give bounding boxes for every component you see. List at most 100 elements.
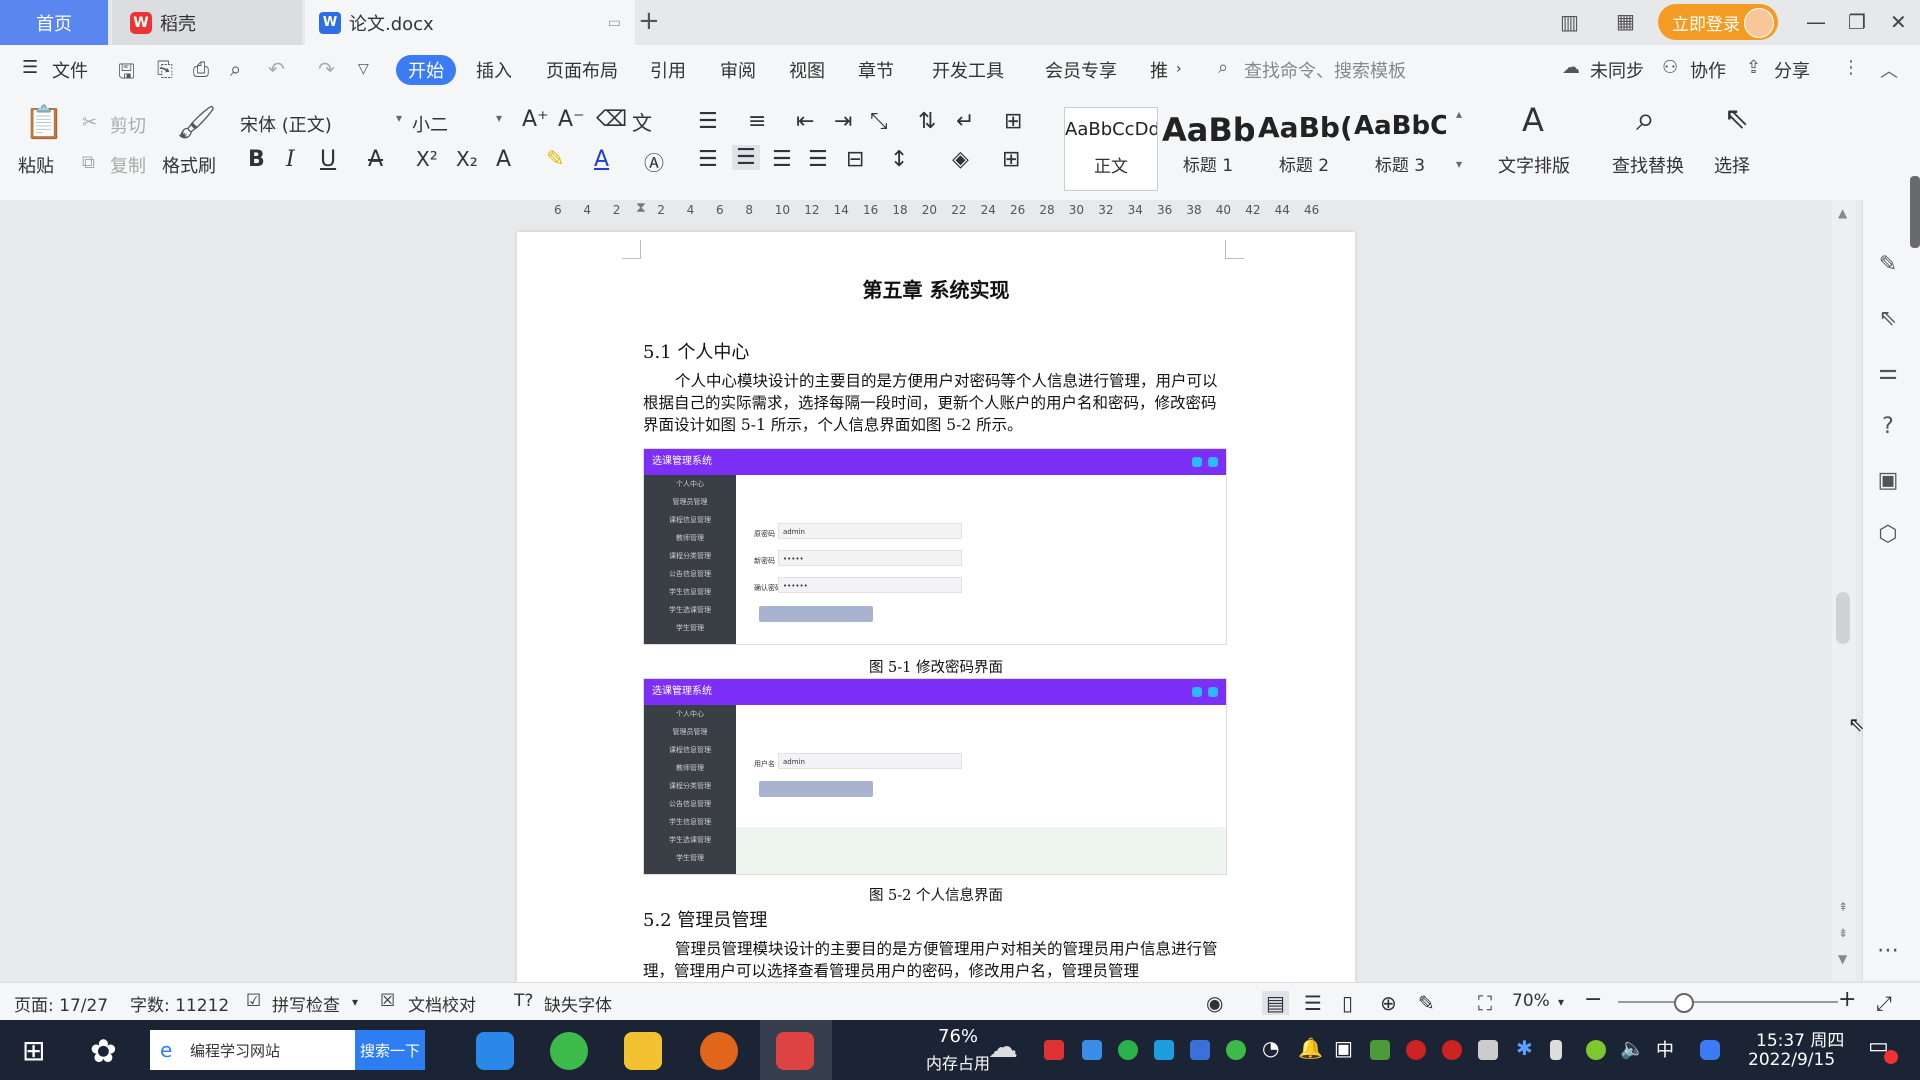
bluetooth-icon[interactable]: ✱ xyxy=(1516,1036,1533,1060)
game-app-icon[interactable] xyxy=(700,1032,738,1070)
menu-member[interactable]: 会员专享 xyxy=(1045,57,1117,83)
font-color-icon[interactable]: A xyxy=(594,147,609,172)
taskbar-search-button[interactable]: 搜索一下 xyxy=(355,1030,425,1070)
align-right-icon[interactable]: ☰ xyxy=(772,147,792,172)
copy-button[interactable]: 复制 xyxy=(110,152,146,178)
clock-date[interactable]: 2022/9/15 xyxy=(1748,1050,1835,1070)
find-replace-icon[interactable]: ⌕ xyxy=(1636,99,1655,139)
tray-360-icon[interactable] xyxy=(1226,1040,1246,1060)
qq-icon[interactable] xyxy=(1406,1040,1426,1060)
zoom-dropdown-icon[interactable]: ▾ xyxy=(1558,995,1564,1009)
doc-check-button[interactable]: 文档校对 xyxy=(408,991,476,1016)
show-marks-icon[interactable]: ↵ xyxy=(956,109,974,134)
page-indicator[interactable]: 页面: 17/27 xyxy=(14,991,108,1016)
share-button[interactable]: 分享 xyxy=(1774,57,1810,83)
prev-page-icon[interactable]: ⇞ xyxy=(1838,900,1848,914)
indent-marker-icon[interactable]: ⧗ xyxy=(636,200,646,216)
shading-icon[interactable]: ◈ xyxy=(952,147,969,172)
file-explorer-icon[interactable] xyxy=(624,1032,662,1070)
highlight-icon[interactable]: ✎ xyxy=(546,147,564,172)
tray-app5-icon[interactable] xyxy=(1586,1040,1606,1060)
notification-bell-icon[interactable]: 🔔 xyxy=(1298,1036,1323,1060)
help-icon[interactable]: ? xyxy=(1873,412,1903,442)
menu-devtools[interactable]: 开发工具 xyxy=(932,57,1004,83)
print-icon[interactable]: ⎙ xyxy=(193,57,209,81)
menu-layout[interactable]: 页面布局 xyxy=(546,57,618,83)
quick-access-dropdown-icon[interactable]: ▽ xyxy=(358,61,369,77)
menu-start[interactable]: 开始 xyxy=(396,55,456,85)
apps-grid-icon[interactable]: ▦ xyxy=(1616,9,1635,33)
taskbar-search-input[interactable]: e 编程学习网站 xyxy=(150,1030,355,1070)
char-border-icon[interactable]: Ⓐ xyxy=(644,147,664,176)
align-left-icon[interactable]: ☰ xyxy=(698,147,718,172)
horizontal-ruler[interactable]: 6 4 2 2 4 6 8 10 12 14 16 18 20 22 24 26 28 30 32 34 36 38 40 4… xyxy=(0,200,1920,222)
distribute-icon[interactable]: ⊟ xyxy=(846,147,864,172)
redo-icon[interactable]: ↷ xyxy=(318,57,335,81)
menu-file[interactable]: 文件 xyxy=(52,57,88,83)
ime-indicator[interactable]: 中 xyxy=(1656,1036,1674,1062)
360-browser-icon[interactable] xyxy=(550,1032,588,1070)
font-name-select[interactable]: 宋体 (正文) xyxy=(240,111,332,137)
numbered-list-icon[interactable]: ≡ xyxy=(748,109,766,134)
decrease-indent-icon[interactable]: ⇤ xyxy=(796,109,814,134)
text-layout-icon[interactable]: A xyxy=(1522,101,1544,139)
tab-daoke[interactable]: W 稻壳 xyxy=(112,0,302,45)
settings-sliders-icon[interactable]: ⚌ xyxy=(1873,358,1903,388)
edit-pen-icon[interactable]: ✎ xyxy=(1873,250,1903,280)
tray-app3-icon[interactable] xyxy=(1154,1040,1174,1060)
hamburger-icon[interactable]: ☰ xyxy=(22,57,38,78)
fullscreen-icon[interactable]: ⤢ xyxy=(1876,991,1892,1015)
style-normal[interactable]: AaBbCcDd 正文 xyxy=(1064,107,1158,191)
write-mode-icon[interactable]: ✎ xyxy=(1418,991,1435,1015)
subscript-icon[interactable]: X₂ xyxy=(456,147,478,171)
restore-icon[interactable]: ❐ xyxy=(1848,10,1866,34)
collab-button[interactable]: 协作 xyxy=(1690,57,1726,83)
qq2-icon[interactable] xyxy=(1442,1040,1462,1060)
menu-recommend[interactable]: 推 xyxy=(1150,57,1168,83)
paste-icon[interactable]: 📋 xyxy=(24,103,64,141)
underline-icon[interactable]: U xyxy=(320,147,336,172)
missing-font-button[interactable]: 缺失字体 xyxy=(544,991,612,1016)
spell-check-dropdown-icon[interactable]: ▾ xyxy=(352,995,358,1009)
text-direction-icon[interactable]: ⤡ xyxy=(870,109,888,134)
zoom-slider-track[interactable] xyxy=(1618,1001,1838,1003)
style-heading1[interactable]: AaBb 标题 1 xyxy=(1162,107,1254,189)
borders-icon[interactable]: ⊞ xyxy=(1002,147,1020,172)
volume-icon[interactable]: 🔈 xyxy=(1620,1036,1645,1060)
style-heading3[interactable]: AaBbC 标题 3 xyxy=(1354,107,1446,189)
sort-icon[interactable]: ⇅ xyxy=(918,109,936,134)
print-preview-icon[interactable]: ⌕ xyxy=(230,57,241,81)
tab-home[interactable]: 首页 xyxy=(0,0,108,45)
windows-start-icon[interactable]: ⊞ xyxy=(22,1034,45,1067)
clear-format-icon[interactable]: ⌫ xyxy=(596,107,627,132)
tray-app4-icon[interactable] xyxy=(1370,1040,1390,1060)
scroll-up-icon[interactable]: ▲ xyxy=(1838,206,1847,220)
format-painter-button[interactable]: 格式刷 xyxy=(162,152,216,178)
font-name-dropdown-icon[interactable]: ▾ xyxy=(396,111,402,125)
image-tool-icon[interactable]: ▣ xyxy=(1873,466,1903,496)
paste-button[interactable]: 粘贴 xyxy=(18,152,54,178)
select-cursor-icon[interactable]: ⇖ xyxy=(1724,101,1749,136)
grow-font-icon[interactable]: A⁺ xyxy=(522,107,549,132)
styles-scroll-up-icon[interactable]: ▴ xyxy=(1456,107,1462,121)
tab-screen-icon[interactable]: ▭ xyxy=(608,15,621,31)
next-page-icon[interactable]: ⇟ xyxy=(1838,926,1848,940)
superscript-icon[interactable]: X² xyxy=(416,147,438,171)
wechat-icon[interactable] xyxy=(1118,1040,1138,1060)
bullet-list-icon[interactable]: ☰ xyxy=(698,109,718,134)
wifi-icon[interactable]: ◔ xyxy=(1262,1036,1279,1060)
select-button[interactable]: 选择 xyxy=(1714,152,1750,178)
zoom-slider-knob[interactable] xyxy=(1674,993,1694,1013)
text-effect-icon[interactable]: A xyxy=(496,147,511,172)
align-center-icon[interactable]: ☰ xyxy=(732,145,760,170)
page-view-icon[interactable]: ▤ xyxy=(1262,991,1289,1015)
format-painter-icon[interactable]: 🖌 xyxy=(176,103,217,141)
ie-browser-icon[interactable] xyxy=(476,1032,514,1070)
export-icon[interactable]: ⎘ xyxy=(157,57,173,81)
plugin-icon[interactable]: ⬡ xyxy=(1873,520,1903,550)
zoom-out-icon[interactable]: − xyxy=(1584,987,1602,1012)
keyboard-icon[interactable] xyxy=(1478,1040,1498,1060)
strikethrough-icon[interactable]: A xyxy=(368,147,383,172)
screenshot-icon[interactable]: ▣ xyxy=(1334,1036,1353,1060)
collapse-ribbon-icon[interactable]: ︿ xyxy=(1880,57,1898,83)
